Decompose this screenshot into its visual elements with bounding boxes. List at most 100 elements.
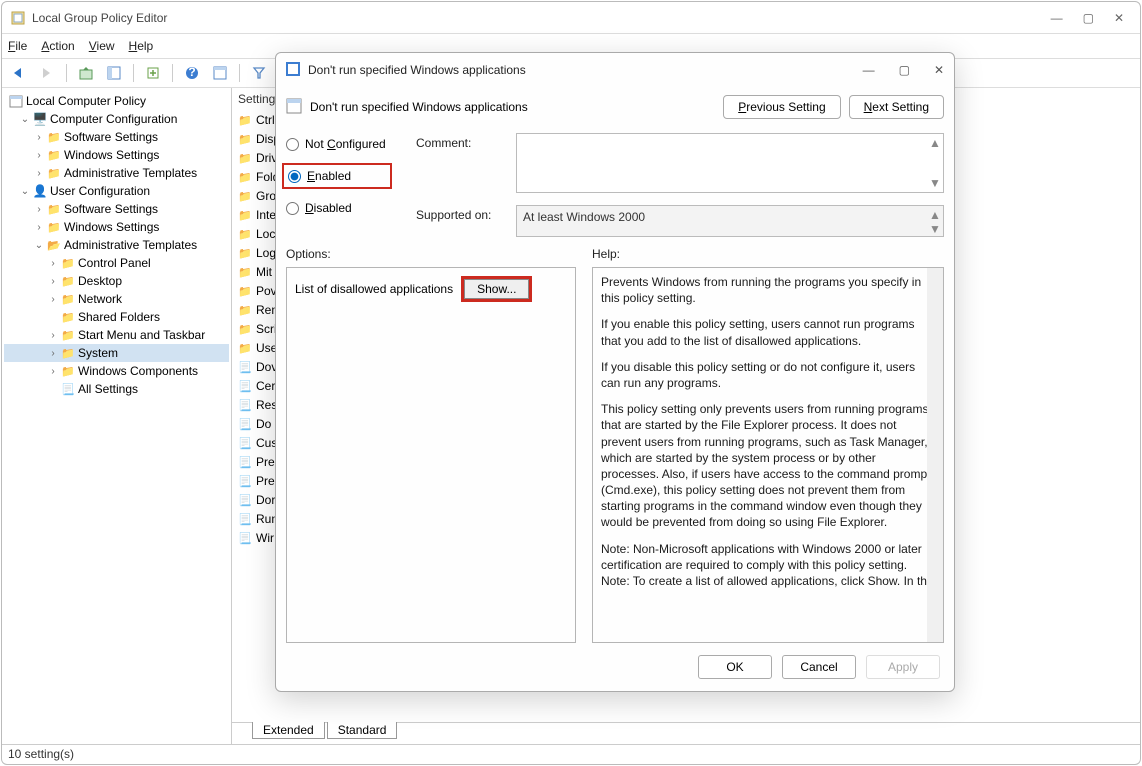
expand-toggle[interactable]: ⌄	[18, 186, 32, 197]
menu-file[interactable]: File	[8, 39, 27, 53]
tab-standard[interactable]: Standard	[327, 722, 398, 739]
folder-icon	[238, 341, 254, 355]
setting-icon	[238, 398, 254, 412]
folder-icon	[238, 132, 254, 146]
close-button[interactable]: ✕	[1114, 11, 1124, 25]
filter-button[interactable]	[248, 62, 270, 84]
tree-pane[interactable]: Local Computer Policy ⌄🖥️Computer Config…	[2, 88, 232, 744]
supported-on-label: Supported on:	[416, 205, 508, 237]
apply-button[interactable]: Apply	[866, 655, 940, 679]
folder-icon	[46, 220, 62, 234]
expand-toggle[interactable]: ›	[32, 222, 46, 233]
setting-icon	[238, 493, 254, 507]
previous-setting-button[interactable]: Previous Setting	[723, 95, 840, 119]
expand-toggle[interactable]: ›	[46, 330, 60, 341]
show-button[interactable]: Show...	[464, 279, 529, 299]
options-box: List of disallowed applications Show...	[286, 267, 576, 643]
help-label: Help:	[592, 247, 944, 261]
back-button[interactable]	[8, 62, 30, 84]
tree-cc-software[interactable]: Software Settings	[64, 130, 158, 144]
dialog-close-button[interactable]: ✕	[934, 63, 944, 77]
tree-cc-windows[interactable]: Windows Settings	[64, 148, 159, 162]
scrollbar[interactable]	[927, 268, 943, 642]
tree-uc-admin[interactable]: Administrative Templates	[64, 238, 197, 252]
export-button[interactable]	[142, 62, 164, 84]
folder-icon	[238, 208, 254, 222]
tree-computer-config[interactable]: Computer Configuration	[50, 112, 177, 126]
cancel-button[interactable]: Cancel	[782, 655, 856, 679]
expand-toggle[interactable]: ›	[46, 294, 60, 305]
maximize-button[interactable]: ▢	[1083, 11, 1094, 25]
tree-system[interactable]: System	[78, 346, 118, 360]
tree-shared-folders[interactable]: Shared Folders	[78, 310, 160, 324]
tree-uc-software[interactable]: Software Settings	[64, 202, 158, 216]
tree-network[interactable]: Network	[78, 292, 122, 306]
expand-toggle[interactable]: ›	[32, 132, 46, 143]
forward-button[interactable]	[36, 62, 58, 84]
folder-icon	[46, 202, 62, 216]
up-button[interactable]	[75, 62, 97, 84]
ok-button[interactable]: OK	[698, 655, 772, 679]
folder-icon	[238, 265, 254, 279]
menu-help[interactable]: Help	[129, 39, 154, 53]
menu-action[interactable]: Action	[41, 39, 74, 53]
folder-icon	[60, 256, 76, 270]
radio-enabled[interactable]: Enabled	[282, 163, 392, 189]
properties-button[interactable]	[209, 62, 231, 84]
dialog-icon	[286, 62, 302, 78]
folder-icon	[238, 246, 254, 260]
settings-icon	[60, 382, 76, 396]
tree-windows-components[interactable]: Windows Components	[78, 364, 198, 378]
expand-toggle[interactable]: ›	[46, 366, 60, 377]
setting-icon	[238, 512, 254, 526]
expand-toggle[interactable]: ›	[46, 276, 60, 287]
tree-all-settings[interactable]: All Settings	[78, 382, 138, 396]
tree-cc-admin[interactable]: Administrative Templates	[64, 166, 197, 180]
titlebar: Local Group Policy Editor — ▢ ✕	[2, 2, 1140, 34]
help-box[interactable]: Prevents Windows from running the progra…	[592, 267, 944, 643]
comment-field[interactable]: ▲▼	[516, 133, 944, 193]
folder-icon	[60, 310, 76, 324]
folder-icon	[60, 346, 76, 360]
tree-user-config[interactable]: User Configuration	[50, 184, 150, 198]
tree-desktop[interactable]: Desktop	[78, 274, 122, 288]
tree-root[interactable]: Local Computer Policy	[26, 94, 146, 108]
state-radio-group: Not Configured Enabled Disabled	[286, 133, 416, 237]
dialog-maximize-button[interactable]: ▢	[899, 63, 910, 77]
dialog-subtitle: Don't run specified Windows applications	[310, 100, 715, 114]
menu-view[interactable]: View	[89, 39, 115, 53]
show-hide-tree-button[interactable]	[103, 62, 125, 84]
folder-icon	[60, 364, 76, 378]
setting-icon	[238, 531, 254, 545]
help-paragraph: If you disable this policy setting or do…	[601, 359, 935, 391]
expand-toggle[interactable]: ⌄	[18, 114, 32, 125]
folder-icon	[60, 292, 76, 306]
setting-icon	[238, 436, 254, 450]
help-paragraph: Note: Non-Microsoft applications with Wi…	[601, 541, 935, 590]
tree-start-menu[interactable]: Start Menu and Taskbar	[78, 328, 205, 342]
folder-icon	[60, 328, 76, 342]
dialog-footer: OK Cancel Apply	[276, 643, 954, 691]
expand-toggle[interactable]: ›	[46, 348, 60, 359]
radio-not-configured[interactable]: Not Configured	[286, 137, 416, 151]
minimize-button[interactable]: —	[1051, 11, 1063, 25]
setting-icon	[238, 455, 254, 469]
setting-icon	[238, 360, 254, 374]
options-text: List of disallowed applications	[295, 282, 453, 296]
expand-toggle[interactable]: ›	[46, 258, 60, 269]
expand-toggle[interactable]: ›	[32, 168, 46, 179]
radio-disabled[interactable]: Disabled	[286, 201, 416, 215]
expand-toggle[interactable]: ›	[32, 150, 46, 161]
dialog-minimize-button[interactable]: —	[863, 63, 875, 77]
expand-toggle[interactable]: ⌄	[32, 240, 46, 251]
policy-dialog: Don't run specified Windows applications…	[275, 52, 955, 692]
dialog-titlebar: Don't run specified Windows applications…	[276, 53, 954, 87]
tree-uc-windows[interactable]: Windows Settings	[64, 220, 159, 234]
next-setting-button[interactable]: Next Setting	[849, 95, 944, 119]
tree-control-panel[interactable]: Control Panel	[78, 256, 151, 270]
expand-toggle[interactable]: ›	[32, 204, 46, 215]
policy-icon	[286, 98, 302, 117]
policy-icon	[8, 94, 24, 108]
tab-extended[interactable]: Extended	[252, 722, 325, 739]
help-button[interactable]: ?	[181, 62, 203, 84]
